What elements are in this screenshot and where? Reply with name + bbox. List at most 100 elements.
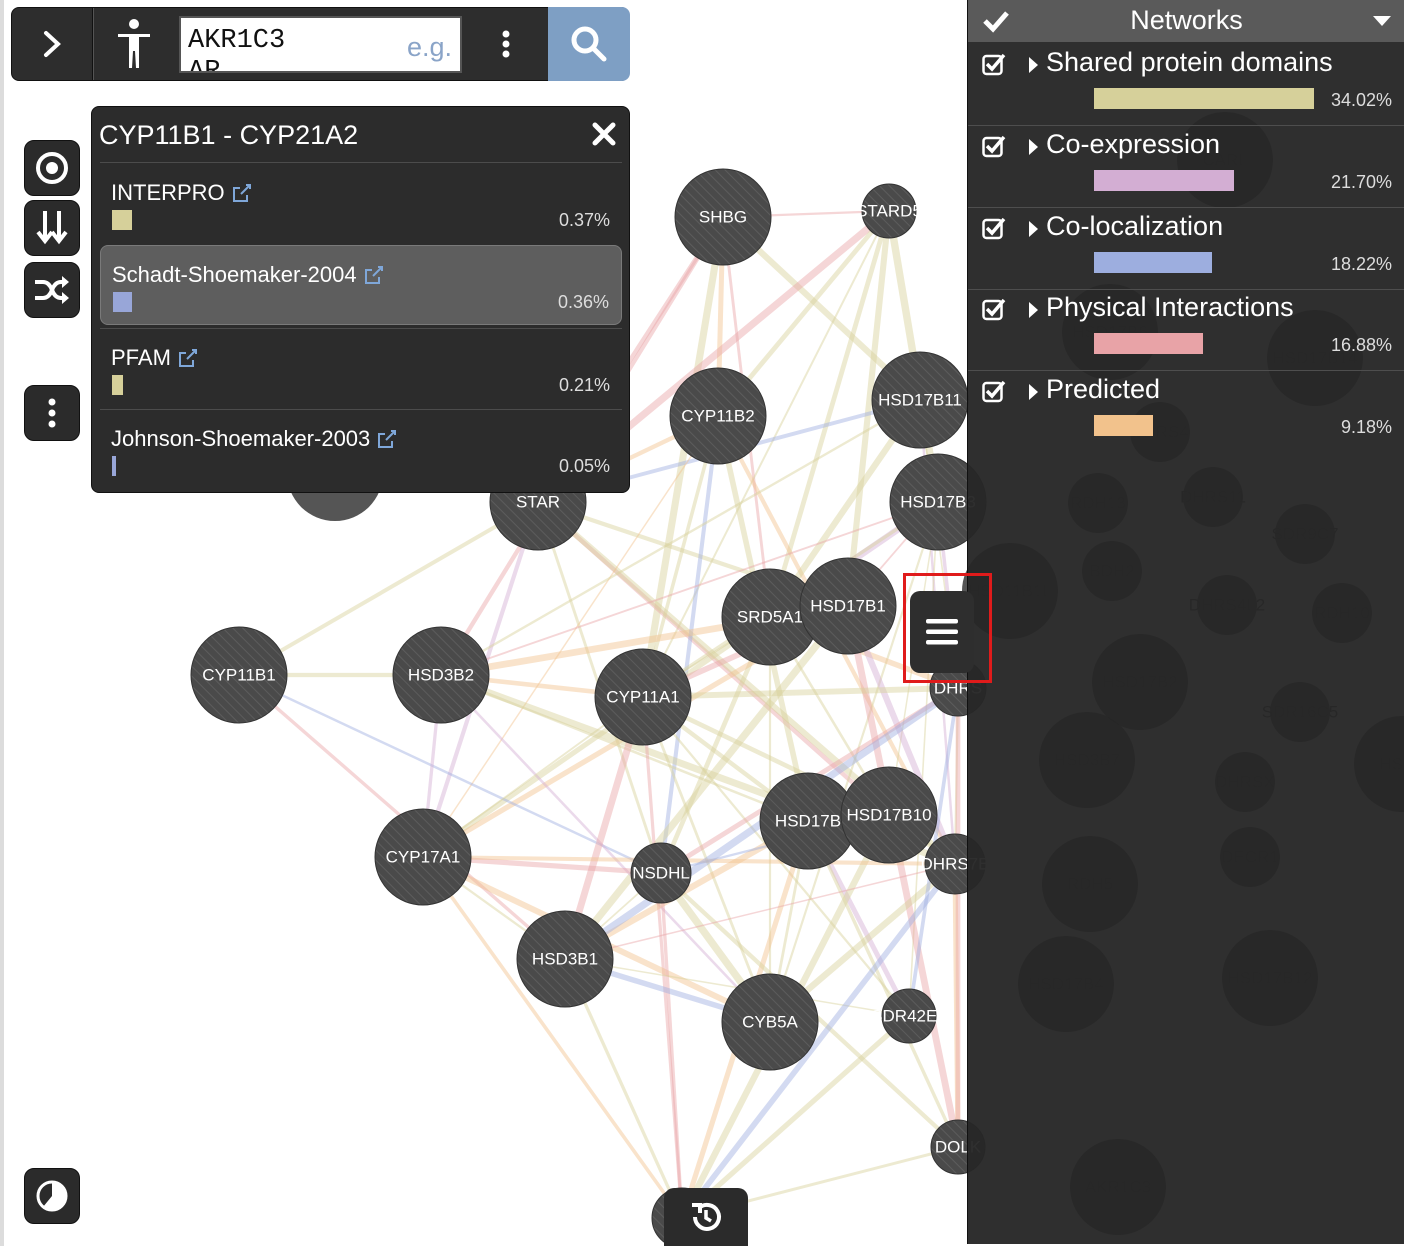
expand-triangle-icon[interactable] — [1029, 302, 1038, 318]
checkbox-checked-icon[interactable] — [982, 379, 1006, 403]
external-link-icon[interactable] — [177, 347, 199, 369]
gene-node[interactable]: CYP11B1 — [190, 626, 288, 724]
network-weight-bar — [1094, 333, 1203, 354]
shuffle-layout-button[interactable] — [24, 262, 80, 318]
search-button[interactable] — [548, 7, 630, 81]
expand-triangle-icon[interactable] — [1029, 139, 1038, 155]
network-item-co-localization[interactable]: Co-localization 18.22% — [968, 207, 1404, 290]
source-name: PFAM — [111, 345, 171, 370]
weight-bar — [113, 292, 132, 312]
gene-node[interactable]: HSD17B11 — [871, 351, 969, 449]
source-row-pfam[interactable]: PFAM 0.21% — [100, 329, 622, 409]
more-vertical-icon — [48, 398, 56, 428]
gene-node-label: SDR42E1 — [871, 1007, 947, 1026]
network-label: Predicted — [1046, 374, 1161, 404]
gene-node[interactable]: CYB5A — [721, 973, 819, 1071]
network-weight-percent: 34.02% — [1330, 90, 1392, 110]
gene-node-label: STAR — [516, 493, 560, 512]
gene-node[interactable]: HSD3B2 — [392, 626, 490, 724]
source-row-interpro[interactable]: INTERPRO 0.37% — [100, 164, 622, 244]
source-name-wrap: PFAM — [111, 345, 199, 371]
source-name-wrap: INTERPRO — [111, 180, 253, 206]
network-label: Shared protein domains — [1046, 47, 1333, 77]
checkbox-checked-icon[interactable] — [982, 134, 1006, 158]
network-item-predicted[interactable]: Predicted 9.18% — [968, 370, 1404, 452]
source-name-wrap: Schadt-Shoemaker-2004 — [112, 262, 385, 288]
networks-panel-title: Networks — [1130, 5, 1243, 35]
gene-node[interactable]: CYP11B2 — [669, 367, 767, 465]
expand-button[interactable] — [12, 8, 93, 80]
gene-node[interactable]: HSD17B1 — [799, 557, 897, 655]
gene-node[interactable]: SHBG — [674, 168, 772, 266]
history-icon — [692, 1202, 721, 1231]
external-link-icon[interactable] — [363, 264, 385, 286]
source-name: Johnson-Shoemaker-2003 — [111, 426, 371, 451]
more-options-button[interactable] — [24, 385, 80, 441]
network-weight-bar — [1094, 88, 1314, 109]
gene-node-label: SHBG — [699, 208, 747, 227]
weight-percent: 0.36% — [557, 292, 609, 312]
gene-node-label: HSD17B3 — [900, 493, 976, 512]
options-button[interactable] — [478, 8, 534, 80]
network-weight-bar — [1094, 252, 1212, 273]
gene-node[interactable]: HSD17B10 — [840, 766, 938, 864]
network-item-co-expression[interactable]: Co-expression 21.70% — [968, 125, 1404, 208]
query-text[interactable]: AKR1C3 AR — [188, 26, 308, 71]
source-name: INTERPRO — [111, 180, 225, 205]
network-weight-percent: 16.88% — [1330, 335, 1392, 355]
gene-node[interactable]: CYP11A1 — [594, 648, 692, 746]
expand-triangle-icon[interactable] — [1029, 57, 1038, 73]
organism-button[interactable] — [93, 8, 174, 80]
network-weight-bar — [1094, 170, 1234, 191]
gene-node[interactable]: NSDHL — [630, 842, 692, 904]
source-row-schadt-shoemaker-2004[interactable]: Schadt-Shoemaker-2004 0.36% — [100, 245, 622, 325]
weight-percent: 0.21% — [558, 375, 610, 395]
more-vertical-icon — [502, 30, 510, 58]
caret-down-icon[interactable] — [1373, 16, 1391, 26]
gene-node-label: STARD5 — [856, 202, 922, 221]
gene-node-label: HSD3B1 — [532, 950, 598, 969]
expand-triangle-icon[interactable] — [1029, 384, 1038, 400]
gene-node-label: SRD5A1 — [737, 608, 803, 627]
network-weight-percent: 18.22% — [1330, 254, 1392, 274]
gene-node-label: CYB5A — [742, 1013, 798, 1032]
chevron-right-icon — [44, 31, 61, 57]
gene-node[interactable]: HSD3B1 — [516, 910, 614, 1008]
external-link-icon[interactable] — [376, 428, 398, 450]
history-button[interactable] — [664, 1188, 748, 1246]
weight-bar — [112, 210, 132, 230]
gene-node-label: HSD17B10 — [846, 806, 931, 825]
weight-bar — [112, 375, 123, 395]
gene-node[interactable]: CYP17A1 — [374, 808, 472, 906]
checkbox-checked-icon[interactable] — [982, 216, 1006, 240]
expand-triangle-icon[interactable] — [1029, 221, 1038, 237]
gene-node-label: CYP17A1 — [386, 848, 461, 867]
network-label: Co-expression — [1046, 129, 1221, 159]
sort-layout-button[interactable] — [24, 200, 80, 256]
external-link-icon[interactable] — [231, 182, 253, 204]
network-weight-percent: 21.70% — [1330, 172, 1392, 192]
networks-panel-header[interactable]: Networks — [968, 0, 1404, 42]
gene-node-label: HSD17B — [775, 812, 841, 831]
network-item-shared-protein-domains[interactable]: Shared protein domains 34.02% — [968, 43, 1404, 126]
edge-details-popup: CYP11B1 - CYP21A2 INTERPRO 0.37% Schadt-… — [91, 106, 630, 493]
stats-button[interactable] — [24, 1168, 80, 1224]
search-icon — [571, 26, 607, 62]
query-placeholder: e.g. — [406, 32, 452, 62]
checkbox-checked-icon[interactable] — [982, 52, 1006, 76]
checkbox-checked-icon[interactable] — [982, 297, 1006, 321]
fit-view-button[interactable] — [24, 140, 80, 196]
gene-node-label: HSD3B2 — [408, 666, 474, 685]
source-name-wrap: Johnson-Shoemaker-2003 — [111, 426, 398, 452]
human-body-icon — [118, 19, 150, 68]
network-item-physical-interactions[interactable]: Physical Interactions 16.88% — [968, 288, 1404, 371]
gene-node-label: HSD17B1 — [810, 597, 886, 616]
network-label: Physical Interactions — [1046, 292, 1294, 322]
gene-query-input[interactable]: AKR1C3 AR e.g. — [179, 16, 462, 73]
networks-panel: Networks Shared protein domains 34.02% C… — [967, 0, 1404, 1244]
gene-node-label: CYP11B2 — [681, 407, 754, 426]
close-icon[interactable] — [591, 121, 617, 147]
source-row-johnson-shoemaker-2003[interactable]: Johnson-Shoemaker-2003 0.05% — [100, 410, 622, 490]
sort-down-icon — [36, 211, 68, 245]
weight-percent: 0.37% — [558, 210, 610, 230]
